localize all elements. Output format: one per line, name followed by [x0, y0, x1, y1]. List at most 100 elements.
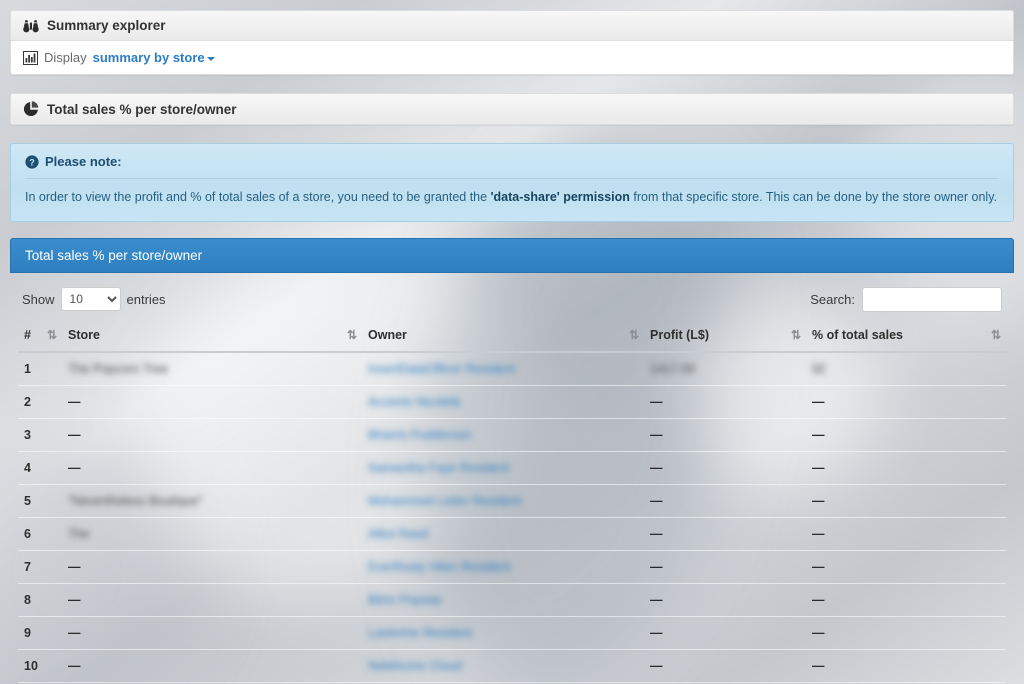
cell-num-text: 10 — [24, 658, 38, 673]
cell-store: — — [62, 418, 362, 452]
summary-explorer-header: Summary explorer — [11, 11, 1013, 41]
cell-pct-text: — — [812, 592, 825, 607]
cell-pct: — — [806, 616, 1006, 650]
cell-profit-text: — — [650, 526, 663, 541]
cell-store: "Nevertheless Boutique" — [62, 484, 362, 518]
cell-pct-text: — — [812, 658, 825, 673]
cell-owner[interactable]: EverRusty Hilen Resident — [362, 550, 644, 584]
cell-num: 3 — [18, 418, 62, 452]
cell-profit-text: — — [650, 625, 663, 640]
sort-icon-num: ⇅ — [46, 327, 57, 342]
cell-owner[interactable]: Nekthrone Cloud — [362, 649, 644, 683]
cell-profit: — — [644, 385, 806, 419]
cell-owner[interactable]: Alliot Reed — [362, 517, 644, 551]
cell-owner[interactable]: Mohammed Leiter Resident — [362, 484, 644, 518]
cell-store: — — [62, 583, 362, 617]
note-text-after: from that specific store. This can be do… — [629, 190, 997, 204]
length-control: Show 102550100 entries — [22, 287, 166, 311]
cell-owner[interactable]: Samantha Faye Resident — [362, 451, 644, 485]
display-selector-row: Display summary by store — [23, 50, 1001, 65]
cell-pct: — — [806, 484, 1006, 518]
cell-pct: — — [806, 418, 1006, 452]
cell-owner[interactable]: Lasterine Resident — [362, 616, 644, 650]
column-header-owner[interactable]: Owner ⇅ — [362, 319, 644, 353]
cell-owner-text: Nekthrone Cloud — [368, 658, 462, 673]
question-circle-icon: ? — [25, 154, 39, 169]
cell-pct: — — [806, 550, 1006, 584]
cell-num-text: 6 — [24, 526, 31, 541]
cell-owner[interactable]: InsertDataOfficer Resident — [362, 351, 644, 386]
cell-owner-text: EverRusty Hilen Resident — [368, 559, 511, 574]
cell-store-text: The Popcorn Tree — [68, 361, 169, 376]
column-header-pct[interactable]: % of total sales ⇅ — [806, 319, 1006, 353]
cell-profit-text: — — [650, 427, 663, 442]
cell-num-text: 1 — [24, 361, 31, 376]
total-sales-chart-panel: Total sales % per store/owner — [10, 93, 1014, 125]
summary-data-table: # ⇅ Store ⇅ Owner ⇅ Profit (L$) ⇅ % of t… — [18, 319, 1006, 683]
column-label-profit: Profit (L$) — [650, 327, 710, 342]
total-sales-table-header: Total sales % per store/owner — [10, 237, 1014, 273]
search-input[interactable] — [862, 286, 1002, 312]
cell-owner[interactable]: Bharris Pudderson — [362, 418, 644, 452]
table-controls: Show 102550100 entries Search: — [18, 283, 1006, 320]
cell-pct: 92 — [806, 351, 1006, 386]
cell-profit: 1417.00 — [644, 351, 806, 386]
cell-owner-text: Alliot Reed — [368, 526, 429, 541]
table-row: 4 — Samantha Faye Resident — — — [18, 451, 1006, 485]
cell-profit-text: — — [650, 460, 663, 475]
total-sales-chart-header[interactable]: Total sales % per store/owner — [11, 94, 1013, 124]
cell-owner-text: Bharris Pudderson — [368, 427, 472, 442]
display-label: Display — [44, 50, 87, 65]
sort-icon-pct: ⇅ — [990, 327, 1001, 342]
cell-num: 2 — [18, 385, 62, 419]
table-row: 3 — Bharris Pudderson — — — [18, 418, 1006, 452]
please-note-text: In order to view the profit and % of tot… — [25, 189, 999, 207]
cell-profit: — — [644, 616, 806, 650]
cell-store-text: — — [68, 427, 81, 442]
sort-icon-profit: ⇅ — [790, 327, 801, 342]
table-row: 8 — Bitrix Popstar — — — [18, 583, 1006, 617]
cell-num: 5 — [18, 484, 62, 518]
cell-num-text: 8 — [24, 592, 31, 607]
display-summary-value: summary by store — [92, 50, 205, 65]
summary-explorer-title: Summary explorer — [47, 18, 166, 33]
display-summary-dropdown[interactable]: summary by store — [93, 50, 215, 65]
cell-pct-text: — — [812, 625, 825, 640]
table-row: 10 — Nekthrone Cloud — — — [18, 649, 1006, 683]
cell-profit: — — [644, 550, 806, 584]
cell-num: 9 — [18, 616, 62, 650]
cell-owner-text: Mohammed Leiter Resident — [368, 493, 522, 508]
table-row: 9 — Lasterine Resident — — — [18, 616, 1006, 650]
cell-num-text: 5 — [24, 493, 31, 508]
cell-store-text: The — [68, 526, 90, 541]
column-header-profit[interactable]: Profit (L$) ⇅ — [644, 319, 806, 353]
cell-pct-text: — — [812, 427, 825, 442]
column-header-store[interactable]: Store ⇅ — [62, 319, 362, 353]
cell-store: — — [62, 616, 362, 650]
cell-profit: — — [644, 484, 806, 518]
total-sales-table-body: Show 102550100 entries Search: # — [10, 273, 1014, 684]
cell-owner[interactable]: Bitrix Popstar — [362, 583, 644, 617]
cell-num-text: 7 — [24, 559, 31, 574]
please-note-title: Please note: — [45, 154, 122, 169]
cell-pct: — — [806, 385, 1006, 419]
cell-pct-text: — — [812, 460, 825, 475]
cell-profit: — — [644, 649, 806, 683]
cell-profit: — — [644, 451, 806, 485]
cell-pct: — — [806, 583, 1006, 617]
bar-chart-icon — [23, 50, 38, 65]
total-sales-chart-title: Total sales % per store/owner — [47, 101, 237, 117]
entries-per-page-select[interactable]: 102550100 — [60, 287, 121, 311]
cell-profit-text: — — [650, 394, 663, 409]
summary-explorer-panel: Summary explorer Display summary by stor… — [10, 10, 1014, 75]
cell-store-text: — — [68, 592, 81, 607]
column-header-num[interactable]: # ⇅ — [18, 319, 62, 353]
cell-owner[interactable]: Accents Nicoletti — [362, 385, 644, 419]
cell-store-text: — — [68, 394, 81, 409]
column-label-store: Store — [68, 327, 100, 342]
cell-num: 6 — [18, 517, 62, 551]
cell-store-text: — — [68, 460, 81, 475]
cell-num-text: 2 — [24, 394, 31, 409]
cell-pct-text: — — [812, 394, 825, 409]
table-header-row-group: # ⇅ Store ⇅ Owner ⇅ Profit (L$) ⇅ % of t… — [18, 319, 1006, 353]
